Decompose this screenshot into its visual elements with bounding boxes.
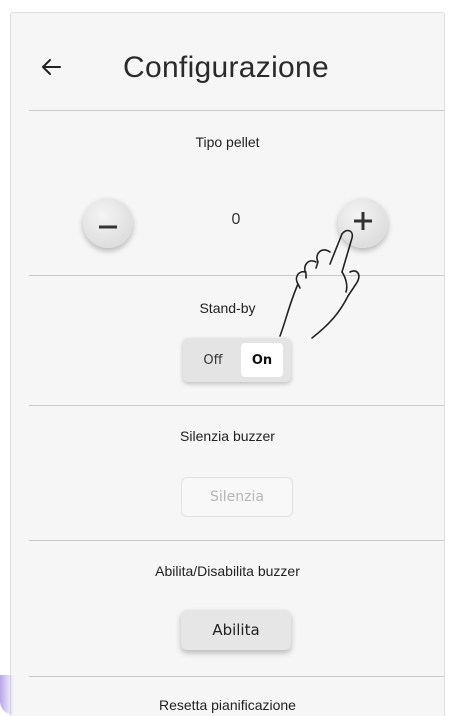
divider — [29, 110, 444, 111]
back-button[interactable] — [37, 55, 65, 83]
pellet-decrement-button[interactable] — [83, 198, 133, 248]
app-frame: Configurazione Tipo pellet 0 Stand-by Of… — [0, 0, 453, 716]
standby-section-title: Stand-by — [199, 300, 256, 316]
divider — [29, 405, 444, 406]
header: Configurazione — [11, 13, 444, 111]
settings-panel: Configurazione Tipo pellet 0 Stand-by Of… — [10, 12, 445, 716]
plus-icon — [354, 212, 372, 234]
enable-buzzer-button[interactable]: Abilita — [181, 610, 291, 650]
standby-off-option[interactable]: Off — [191, 348, 235, 372]
toggle-buzzer-section-title: Abilita/Disabilita buzzer — [155, 563, 300, 579]
pellet-section-title: Tipo pellet — [195, 134, 260, 150]
standby-toggle[interactable]: Off On — [183, 338, 291, 382]
page-title: Configurazione — [123, 51, 329, 84]
pellet-value: 0 — [231, 211, 241, 228]
pellet-increment-button[interactable] — [338, 198, 388, 248]
silence-buzzer-button[interactable]: Silenzia — [181, 477, 293, 517]
divider — [29, 676, 444, 677]
standby-on-option[interactable]: On — [241, 343, 283, 377]
divider — [29, 540, 444, 541]
divider — [29, 275, 444, 276]
minus-icon — [99, 214, 117, 233]
arrow-left-icon — [40, 58, 62, 80]
reset-schedule-section-title: Resetta pianificazione — [159, 697, 296, 713]
silence-buzzer-section-title: Silenzia buzzer — [180, 428, 275, 444]
